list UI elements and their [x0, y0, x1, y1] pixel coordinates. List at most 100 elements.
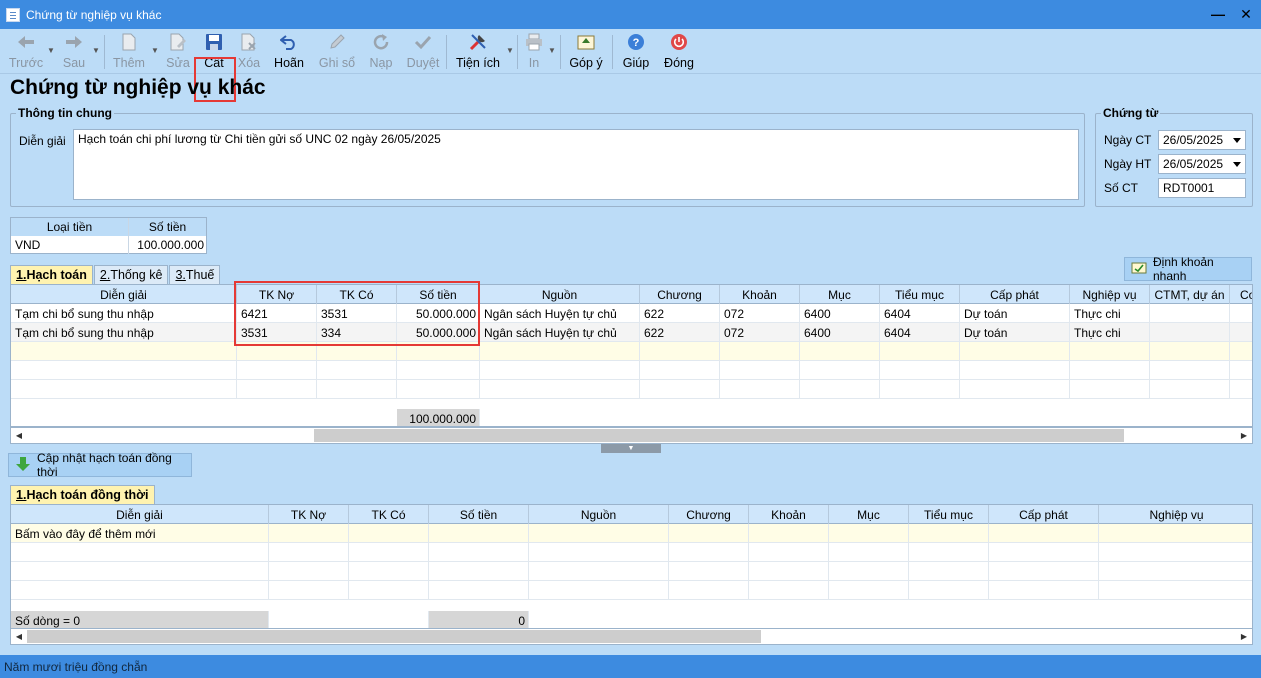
close-window-icon[interactable]: ✕ — [1239, 6, 1253, 22]
scroll-left-icon[interactable]: ◀ — [11, 629, 27, 644]
sub-col-source[interactable]: Nguồn — [529, 505, 669, 524]
sub-col-item[interactable]: Khoản — [749, 505, 829, 524]
table-row-empty[interactable] — [11, 361, 1252, 380]
close-button[interactable]: Đóng — [662, 31, 696, 71]
voucher-title: Chứng từ — [1101, 106, 1161, 120]
sub-col-chapter[interactable]: Chương — [669, 505, 749, 524]
help-button[interactable]: ? Giúp — [620, 31, 652, 71]
print-dropdown-icon[interactable]: ▼ — [548, 46, 556, 55]
sub-col-credit-account[interactable]: TK Có — [349, 505, 429, 524]
svg-text:?: ? — [633, 37, 640, 49]
sub-col-operation[interactable]: Nghiệp vụ — [1099, 505, 1252, 524]
edit-button[interactable]: Sửa — [163, 31, 193, 71]
table-row[interactable]: Tạm chi bổ sung thu nhập 3531 334 50.000… — [11, 323, 1252, 342]
scroll-thumb[interactable] — [27, 630, 761, 643]
utilities-button[interactable]: Tiện ích — [455, 31, 501, 71]
col-subcategory[interactable]: Tiểu mục — [880, 285, 960, 304]
concurrent-grid-hscroll[interactable]: ◀ ▶ — [10, 628, 1253, 645]
tab-tax[interactable]: 3. Thuế — [169, 265, 221, 284]
prev-button[interactable]: Trước — [8, 31, 44, 71]
table-row-new[interactable] — [11, 342, 1252, 361]
tab-concurrent-accounting[interactable]: 1. Hạch toán đồng thời — [10, 485, 155, 504]
description-textarea[interactable]: Hạch toán chi phí lương từ Chi tiền gửi … — [73, 129, 1079, 200]
next-button[interactable]: Sau — [58, 31, 90, 71]
col-chapter[interactable]: Chương — [640, 285, 720, 304]
arrow-right-icon — [62, 31, 86, 53]
pencil-icon — [325, 31, 349, 53]
sub-col-amount[interactable]: Số tiền — [429, 505, 529, 524]
tab-accounting[interactable]: 1. Hạch toán — [10, 265, 93, 284]
accounting-grid: Diễn giải TK Nợ TK Có Số tiền Nguồn Chươ… — [10, 284, 1253, 427]
table-row-empty[interactable] — [11, 543, 1252, 562]
minimize-icon[interactable]: — — [1211, 6, 1225, 22]
quick-entry-button[interactable]: Định khoản nhanh — [1124, 255, 1252, 283]
sub-col-allocation[interactable]: Cấp phát — [989, 505, 1099, 524]
undo-button[interactable]: Hoãn — [272, 31, 306, 71]
voucher-date-picker[interactable]: 26/05/2025 — [1158, 130, 1246, 150]
edit-document-icon — [166, 31, 190, 53]
post-date-label: Ngày HT — [1104, 157, 1152, 171]
col-item[interactable]: Khoản — [720, 285, 800, 304]
accounting-grid-header: Diễn giải TK Nợ TK Có Số tiền Nguồn Chươ… — [11, 285, 1252, 304]
quick-entry-icon — [1131, 261, 1147, 278]
arrow-down-green-icon — [15, 456, 31, 475]
sub-tabs: 1. Hạch toán đồng thời — [10, 485, 156, 504]
status-bar: Năm mươi triệu đồng chẵn — [0, 655, 1261, 678]
currency-amount-cell[interactable]: 100.000.000 — [129, 236, 206, 254]
col-allocation[interactable]: Cấp phát — [960, 285, 1070, 304]
floppy-disk-icon — [202, 31, 226, 53]
accounting-grid-hscroll[interactable]: ◀ ▶ — [10, 427, 1253, 444]
panel-splitter[interactable]: ▼ — [601, 444, 661, 453]
sub-col-subcategory[interactable]: Tiểu mục — [909, 505, 989, 524]
new-document-icon — [117, 31, 141, 53]
add-button[interactable]: Thêm — [110, 31, 148, 71]
delete-button[interactable]: Xóa — [235, 31, 263, 71]
sub-col-description[interactable]: Diễn giải — [11, 505, 269, 524]
general-info-title: Thông tin chung — [16, 106, 114, 120]
prev-dropdown-icon[interactable]: ▼ — [47, 46, 55, 55]
currency-amount-header: Số tiền — [148, 220, 187, 234]
date-dropdown-icon[interactable] — [1233, 138, 1241, 143]
post-date-dropdown-icon[interactable] — [1233, 162, 1241, 167]
scroll-right-icon[interactable]: ▶ — [1236, 428, 1252, 443]
col-source[interactable]: Nguồn — [480, 285, 640, 304]
scroll-left-icon[interactable]: ◀ — [11, 428, 27, 443]
col-description[interactable]: Diễn giải — [11, 285, 237, 304]
sub-grid-total: 0 — [429, 611, 529, 628]
utilities-dropdown-icon[interactable]: ▼ — [506, 46, 514, 55]
table-row-empty[interactable] — [11, 380, 1252, 399]
arrow-left-icon — [14, 31, 38, 53]
undo-icon — [277, 31, 301, 53]
main-tabs: 1. Hạch toán 2. Thống kê 3. Thuế — [10, 265, 221, 284]
approve-button[interactable]: Duyệt — [405, 31, 441, 71]
post-date-picker[interactable]: 26/05/2025 — [1158, 154, 1246, 174]
print-button[interactable]: In — [522, 31, 546, 71]
col-category[interactable]: Mục — [800, 285, 880, 304]
add-dropdown-icon[interactable]: ▼ — [151, 46, 159, 55]
sub-col-debit-account[interactable]: TK Nợ — [269, 505, 349, 524]
table-row-empty[interactable] — [11, 562, 1252, 581]
post-button[interactable]: Ghi sổ — [318, 31, 356, 71]
sub-col-category[interactable]: Mục — [829, 505, 909, 524]
scroll-thumb[interactable] — [314, 429, 1124, 442]
checkmark-icon — [411, 31, 435, 53]
col-extra[interactable]: Cơ — [1230, 285, 1252, 304]
col-program[interactable]: CTMT, dự án — [1150, 285, 1230, 304]
currency-table: Loại tiền Số tiền VND 100.000.000 — [10, 217, 207, 254]
add-new-row-hint[interactable]: Bấm vào đây để thêm mới — [11, 524, 269, 543]
general-info-group: Thông tin chung Diễn giải Hạch toán chi … — [10, 106, 1085, 207]
reload-button[interactable]: Nạp — [366, 31, 396, 71]
update-concurrent-button[interactable]: Cập nhật hạch toán đồng thời — [8, 451, 192, 479]
concurrent-grid-header: Diễn giải TK Nợ TK Có Số tiền Nguồn Chươ… — [11, 505, 1252, 524]
grid-total-row: 100.000.000 — [11, 409, 1252, 426]
scroll-right-icon[interactable]: ▶ — [1236, 629, 1252, 644]
col-operation[interactable]: Nghiệp vụ — [1070, 285, 1150, 304]
table-row[interactable]: Tạm chi bổ sung thu nhập 6421 3531 50.00… — [11, 304, 1252, 323]
next-dropdown-icon[interactable]: ▼ — [92, 46, 100, 55]
currency-type-cell[interactable]: VND — [11, 236, 129, 254]
tab-statistics[interactable]: 2. Thống kê — [93, 265, 169, 284]
feedback-button[interactable]: Góp ý — [568, 31, 604, 71]
add-new-row[interactable]: Bấm vào đây để thêm mới — [11, 524, 1252, 543]
voucher-number-input[interactable]: RDT0001 — [1158, 178, 1246, 198]
table-row-empty[interactable] — [11, 581, 1252, 600]
